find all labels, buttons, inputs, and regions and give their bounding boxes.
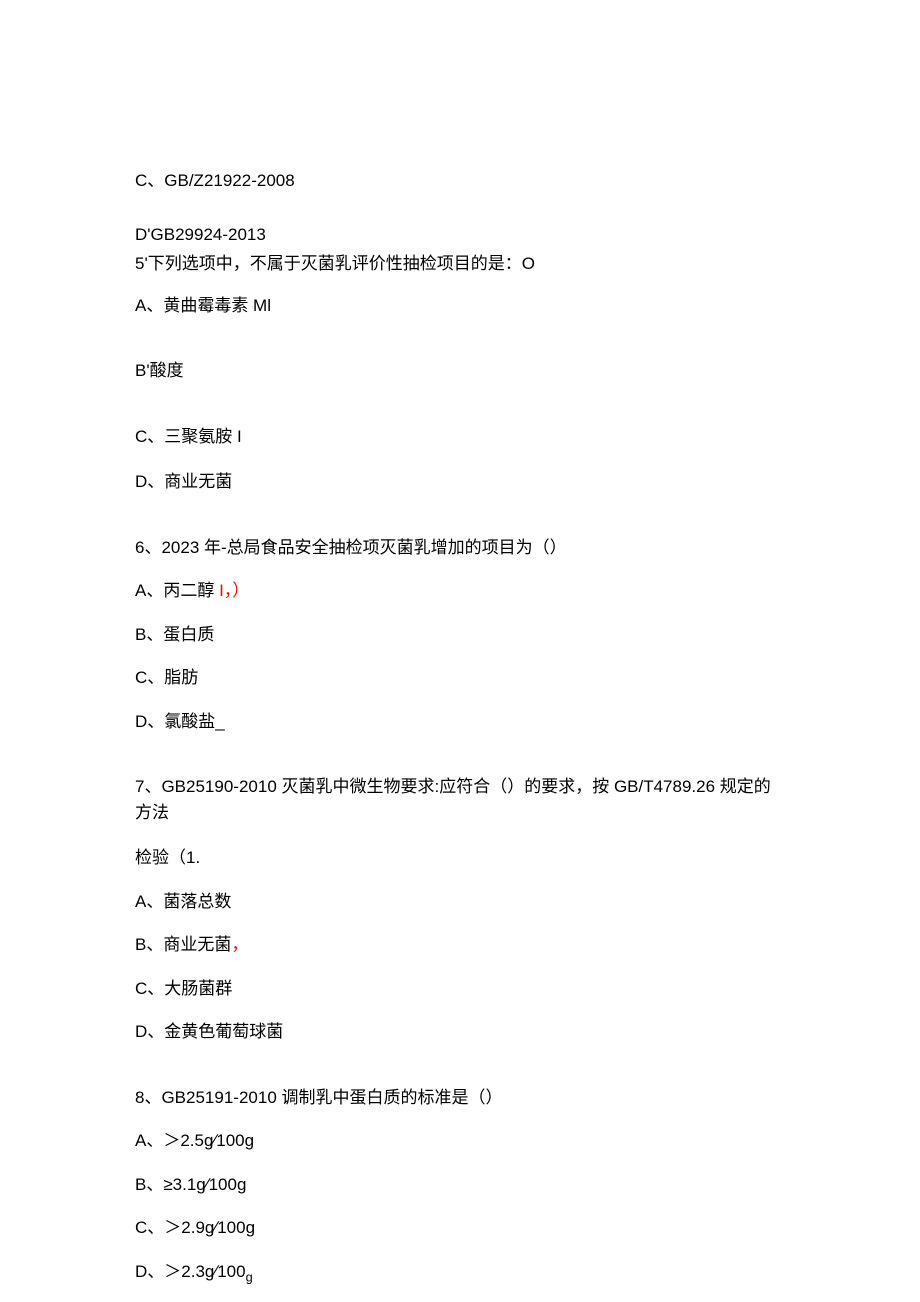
q6-option-d: D、氯酸盐_ [135,709,785,735]
q4-option-d: D'GB29924-2013 [135,222,785,248]
q8-option-d-text: D、＞2.3g∕100 [135,1262,246,1281]
q4-option-c: C、GB/Z21922-2008 [135,168,785,194]
q5-stem: 5'下列选项中，不属于灭菌乳评价性抽检项目的是：O [135,251,785,277]
q8-option-b: B、≥3.1g∕100g [135,1172,785,1198]
q5-option-d: D、商业无菌 [135,469,785,495]
q7-option-b: B、商业无菌， [135,932,785,958]
q8-option-a: A、＞2.5g∕100g [135,1128,785,1154]
q8-stem: 8、GB25191-2010 调制乳中蛋白质的标准是（） [135,1085,785,1111]
q8-option-d-subscript: g [246,1269,253,1284]
q7-stem-line2: 检验（1. [135,845,785,871]
q5-option-c: C、三聚氨胺 I [135,424,785,450]
q8-option-d: D、＞2.3g∕100g [135,1259,785,1287]
q5-option-a: A、黄曲霉毒素 Ml [135,293,785,319]
q6-option-a: A、丙二醇 I，） [135,578,785,604]
q8-option-c: C、＞2.9g∕100g [135,1215,785,1241]
q6-option-a-text: A、丙二醇 [135,581,219,600]
q6-option-b: B、蛋白质 [135,622,785,648]
document-page: C、GB/Z21922-2008 D'GB29924-2013 5'下列选项中，… [0,0,920,1302]
q6-stem: 6、2023 年-总局食品安全抽检项灭菌乳增加的项目为（） [135,535,785,561]
q7-option-c: C、大肠菌群 [135,976,785,1002]
q7-option-d: D、金黄色葡萄球菌 [135,1019,785,1045]
q7-option-a: A、菌落总数 [135,889,785,915]
q5-option-b: B'酸度 [135,358,785,384]
q7-stem-line1: 7、GB25190-2010 灭菌乳中微生物要求:应符合（）的要求，按 GB/T… [135,774,785,825]
q7-option-b-text: B、商业无菌 [135,935,231,954]
q6-option-a-annotation: I，） [219,581,249,600]
q7-option-b-annotation: ， [231,935,248,954]
q6-option-c: C、脂肪 [135,665,785,691]
